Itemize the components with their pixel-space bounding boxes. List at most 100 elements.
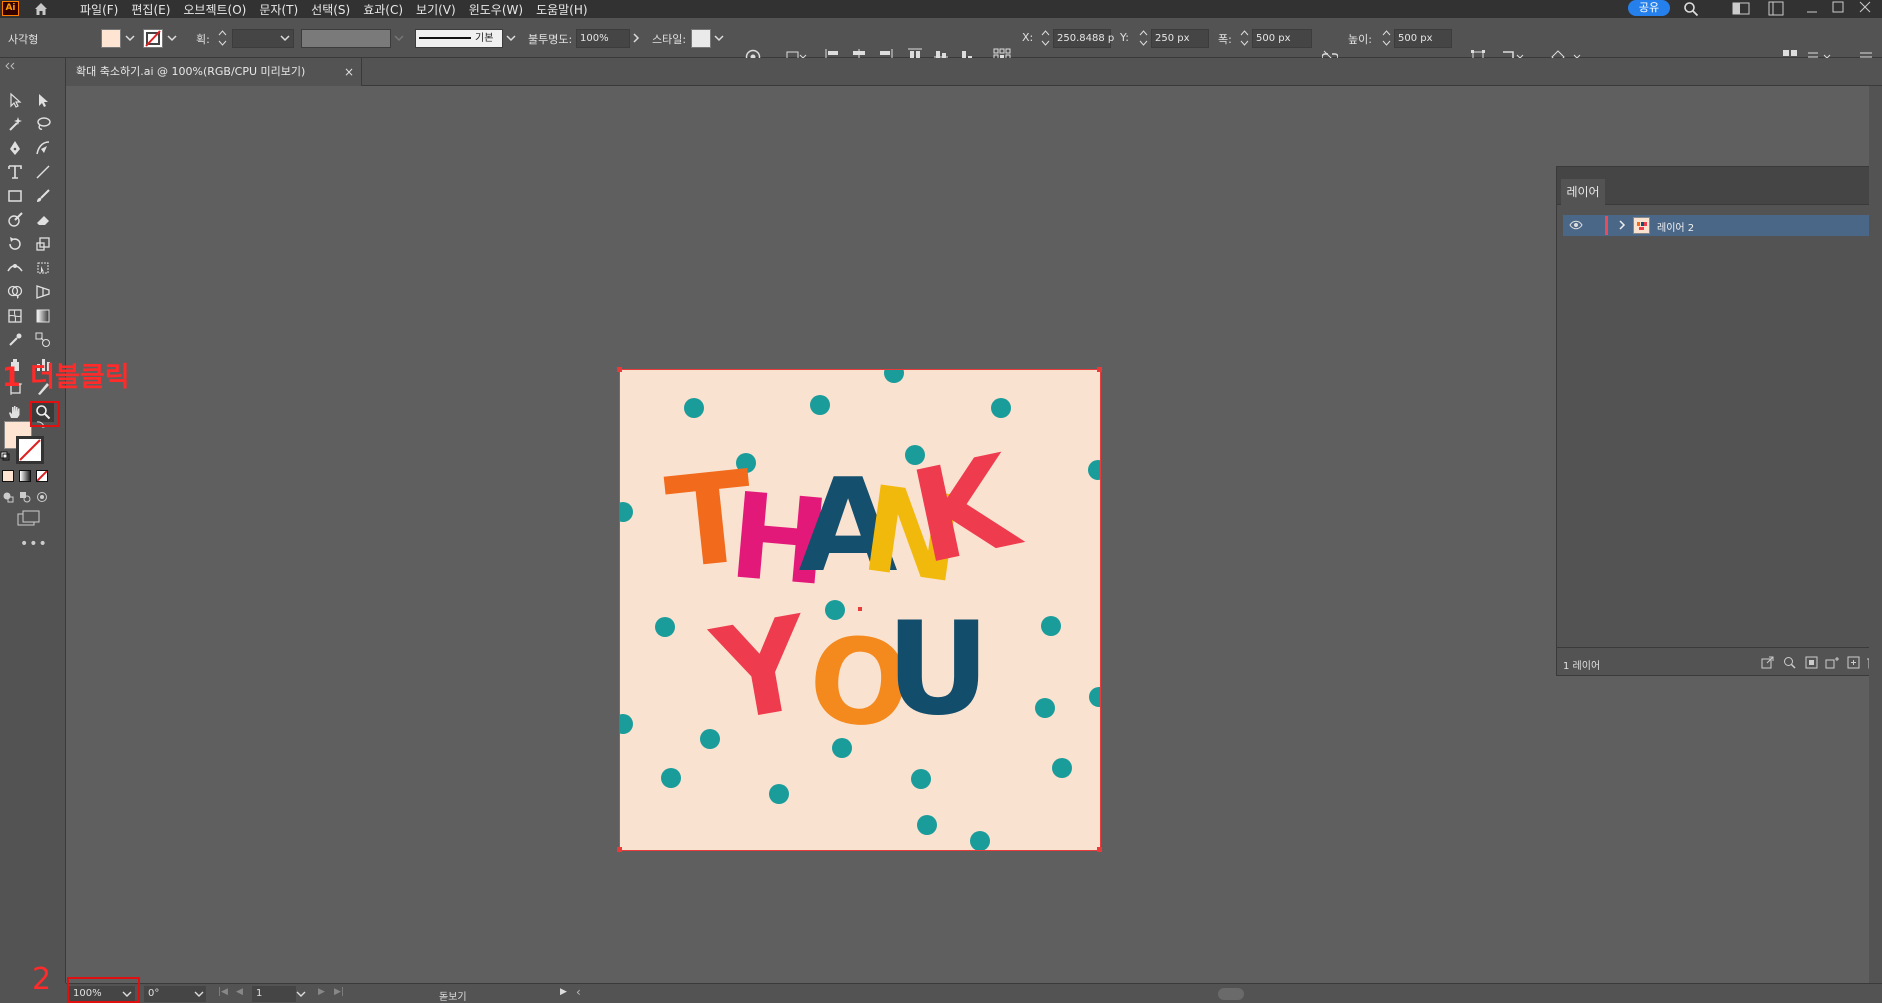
stroke-weight-stepper[interactable] [218, 28, 227, 48]
menu-object[interactable]: 오브젝트(O) [183, 1, 246, 18]
width-tool[interactable] [4, 258, 26, 278]
eraser-tool[interactable] [32, 210, 54, 230]
eye-icon[interactable] [1569, 220, 1583, 230]
draw-inside-icon[interactable] [36, 491, 48, 503]
collapse-panel-icon[interactable] [4, 62, 16, 70]
last-artboard-icon[interactable]: ▶| [334, 987, 344, 997]
lasso-tool[interactable] [32, 114, 54, 134]
clipping-mask-icon[interactable] [1805, 656, 1818, 669]
export-icon[interactable] [1761, 656, 1774, 669]
type-tool[interactable] [4, 162, 26, 182]
draw-behind-icon[interactable] [19, 491, 31, 503]
status-menu-icon[interactable]: ▶ [560, 987, 567, 997]
default-fill-stroke-icon[interactable] [0, 451, 10, 461]
gradient-tool[interactable] [32, 306, 54, 326]
chevron-down-icon[interactable] [713, 31, 725, 45]
menu-help[interactable]: 도움말(H) [536, 1, 588, 18]
mesh-tool[interactable] [4, 306, 26, 326]
first-artboard-icon[interactable]: |◀ [218, 987, 228, 997]
chevron-down-icon[interactable] [505, 31, 517, 45]
close-tab-icon[interactable]: × [344, 58, 354, 86]
artboard-number-field[interactable]: 1 [252, 986, 296, 1002]
chevron-down-icon[interactable] [296, 988, 306, 1000]
width-field[interactable]: 500 px [1252, 29, 1312, 48]
paintbrush-tool[interactable] [32, 186, 54, 206]
pen-tool[interactable] [4, 138, 26, 158]
eyedropper-tool[interactable] [4, 330, 26, 350]
tab-document[interactable]: 확대 축소하기.ai @ 100%(RGB/CPU 미리보기) × [66, 58, 362, 86]
share-button[interactable]: 공유 [1628, 0, 1670, 16]
locate-object-icon[interactable] [1783, 656, 1796, 669]
horizontal-scrollbar-thumb[interactable] [1218, 988, 1244, 1000]
selection-handle[interactable] [617, 847, 622, 852]
edit-toolbar-icon[interactable]: ••• [20, 536, 48, 552]
y-stepper[interactable] [1139, 28, 1148, 48]
screen-mode-icon[interactable] [17, 510, 41, 526]
chevron-right-icon[interactable] [630, 31, 642, 45]
opacity-label[interactable]: 불투명도: [528, 31, 572, 47]
curvature-tool[interactable] [32, 138, 54, 158]
chevron-down-icon[interactable] [166, 31, 178, 45]
chevron-down-icon[interactable] [124, 31, 136, 45]
x-field[interactable]: 250.8488 p [1053, 29, 1114, 48]
fill-color-swatch[interactable] [101, 29, 121, 48]
menu-type[interactable]: 문자(T) [259, 1, 298, 18]
scale-tool[interactable] [32, 234, 54, 254]
arrange-documents-icon[interactable] [1732, 1, 1750, 16]
chevron-right-icon[interactable] [1618, 220, 1626, 230]
menu-view[interactable]: 보기(V) [416, 1, 456, 18]
variable-width-profile[interactable] [301, 29, 391, 48]
gradient-mode-button[interactable] [19, 470, 31, 482]
selection-handle[interactable] [1097, 847, 1102, 852]
color-mode-button[interactable] [2, 470, 14, 482]
stroke-indicator[interactable] [16, 436, 44, 464]
direct-selection-tool[interactable] [32, 90, 54, 110]
menu-effect[interactable]: 효과(C) [363, 1, 403, 18]
shape-builder-tool[interactable] [4, 282, 26, 302]
height-stepper[interactable] [1382, 28, 1391, 48]
home-icon[interactable] [33, 1, 49, 17]
previous-artboard-icon[interactable]: ◀ [236, 987, 243, 997]
selection-tool[interactable] [4, 90, 26, 110]
minimize-icon[interactable] [1806, 3, 1818, 15]
new-layer-icon[interactable] [1847, 656, 1860, 669]
workspace-icon[interactable] [1768, 1, 1784, 16]
y-field[interactable]: 250 px [1151, 29, 1209, 48]
width-stepper[interactable] [1240, 28, 1249, 48]
menu-window[interactable]: 윈도우(W) [469, 1, 523, 18]
none-mode-button[interactable] [36, 470, 48, 482]
search-icon[interactable] [1683, 1, 1699, 17]
new-sublayer-icon[interactable] [1825, 656, 1840, 669]
x-stepper[interactable] [1041, 28, 1050, 48]
scroll-left-icon[interactable]: ‹ [576, 985, 581, 999]
line-segment-tool[interactable] [32, 162, 54, 182]
layer-row[interactable]: 레이어 2 [1563, 215, 1882, 236]
menu-file[interactable]: 파일(F) [80, 1, 118, 18]
blend-tool[interactable] [32, 330, 54, 350]
shaper-tool[interactable] [4, 210, 26, 230]
draw-normal-icon[interactable] [2, 491, 14, 503]
close-window-icon[interactable] [1859, 1, 1871, 13]
selection-handle[interactable] [1097, 367, 1102, 372]
magic-wand-tool[interactable] [4, 114, 26, 134]
rotate-tool[interactable] [4, 234, 26, 254]
chevron-down-icon[interactable] [279, 31, 291, 45]
maximize-icon[interactable] [1832, 1, 1844, 13]
layer-name[interactable]: 레이어 2 [1657, 219, 1694, 234]
opacity-field[interactable]: 100% [576, 29, 630, 48]
free-transform-tool[interactable] [32, 258, 54, 278]
chevron-down-icon[interactable] [194, 988, 204, 1000]
rectangle-tool[interactable] [4, 186, 26, 206]
menu-select[interactable]: 선택(S) [311, 1, 350, 18]
stroke-color-swatch[interactable] [143, 29, 163, 48]
menu-edit[interactable]: 편집(E) [131, 1, 170, 18]
tab-layers[interactable]: 레이어 [1561, 179, 1605, 205]
next-artboard-icon[interactable]: ▶ [318, 987, 325, 997]
vertical-scrollbar[interactable] [1869, 86, 1882, 983]
hand-tool[interactable] [4, 402, 26, 422]
perspective-grid-tool[interactable] [32, 282, 54, 302]
height-field[interactable]: 500 px [1394, 29, 1452, 48]
brush-definition-field[interactable]: 기본 [415, 29, 503, 48]
selection-handle[interactable] [617, 367, 622, 372]
graphic-style-swatch[interactable] [691, 29, 711, 48]
